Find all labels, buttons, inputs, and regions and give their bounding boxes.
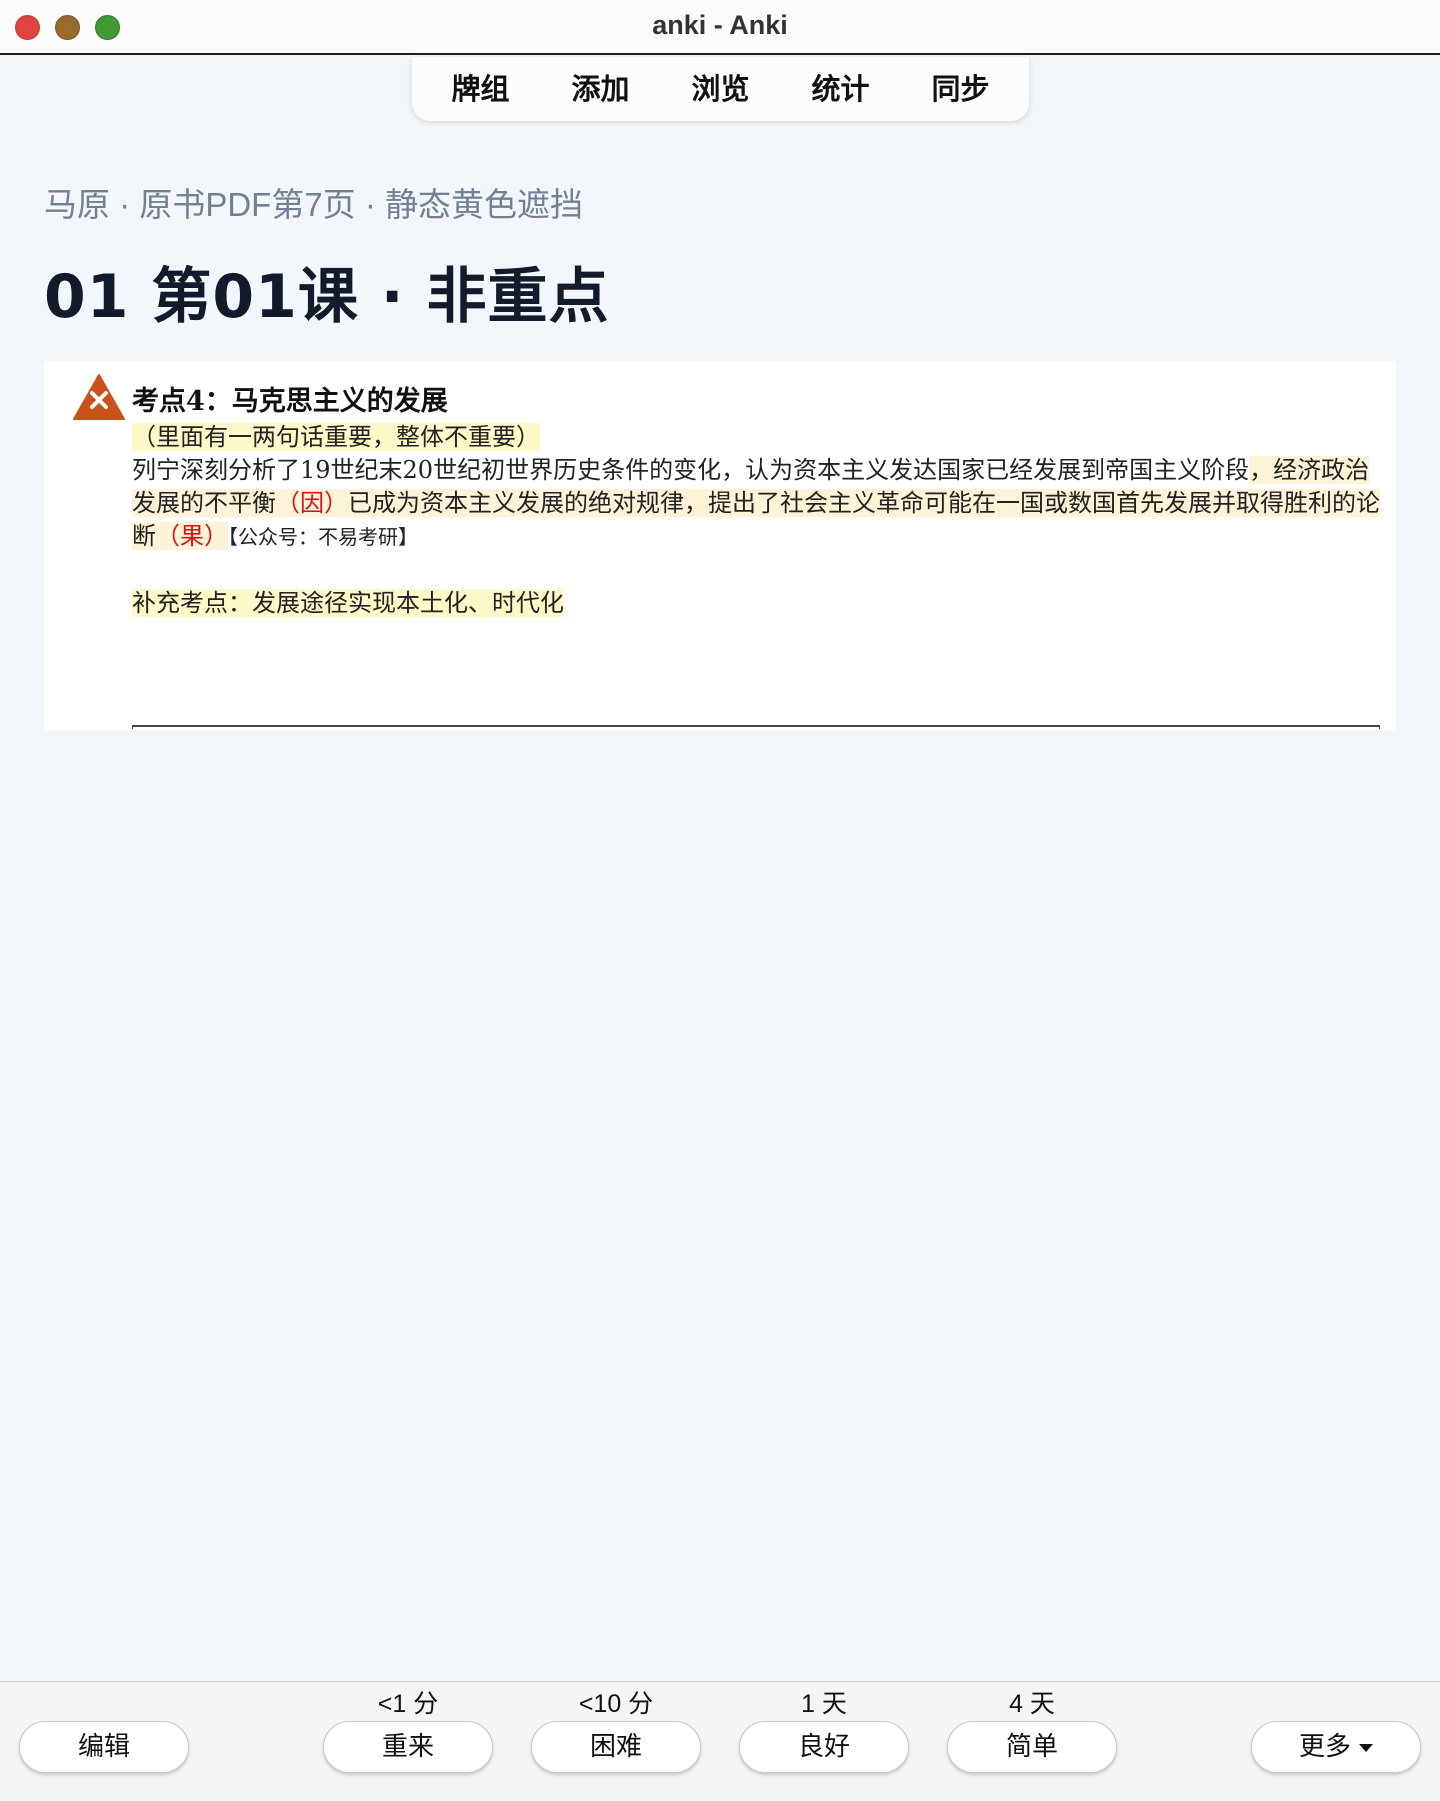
nav-add[interactable]: 添加 [541,57,661,121]
more-button[interactable]: 更多 [1251,1721,1421,1773]
nav-browse[interactable]: 浏览 [661,57,781,121]
window-title: anki - Anki [652,10,788,40]
card-subtitle: 马原 · 原书PDF第7页 · 静态黄色遮挡 [44,186,584,223]
interval-good: 1 天 [801,1690,847,1718]
warning-triangle-x-icon [73,374,125,420]
nav-sync[interactable]: 同步 [901,57,1021,121]
edit-button[interactable]: 编辑 [19,1721,189,1773]
interval-easy: 4 天 [1009,1690,1055,1718]
answer-bar [0,1681,1440,1801]
supplement-point: 补充考点：发展途径实现本土化、时代化 [132,589,564,617]
again-button[interactable]: 重来 [323,1721,493,1773]
easy-button[interactable]: 简单 [947,1721,1117,1773]
nav-stats[interactable]: 统计 [781,57,901,121]
card-content: 考点4：马克思主义的发展 （里面有一两句话重要，整体不重要） 列宁深刻分析了19… [44,361,1396,730]
hard-button[interactable]: 困难 [531,1721,701,1773]
card-title: 01 第01课 · 非重点 [44,262,610,332]
card-text: 考点4：马克思主义的发展 （里面有一两句话重要，整体不重要） 列宁深刻分析了19… [132,383,1380,620]
paragraph-part1: 列宁深刻分析了19世纪末20世纪初世界历史条件的变化，认为资本主义发达国家已经发… [132,456,1250,484]
top-nav: 牌组 添加 浏览 统计 同步 [412,57,1029,121]
cause-label: （因） [276,489,348,517]
good-button[interactable]: 良好 [739,1721,909,1773]
window-titlebar: anki - Anki [0,0,1440,55]
chevron-down-icon [1359,1743,1373,1752]
nav-decks[interactable]: 牌组 [421,57,541,121]
more-label: 更多 [1298,1732,1351,1762]
importance-note: （里面有一两句话重要，整体不重要） [132,423,540,451]
interval-again: <1 分 [377,1690,439,1718]
source-label: 【公众号：不易考研】 [228,525,418,549]
effect-label: （果） [156,522,228,550]
content-divider [132,725,1380,729]
topic-heading: 考点4：马克思主义的发展 [132,386,448,417]
interval-hard: <10 分 [578,1690,654,1718]
